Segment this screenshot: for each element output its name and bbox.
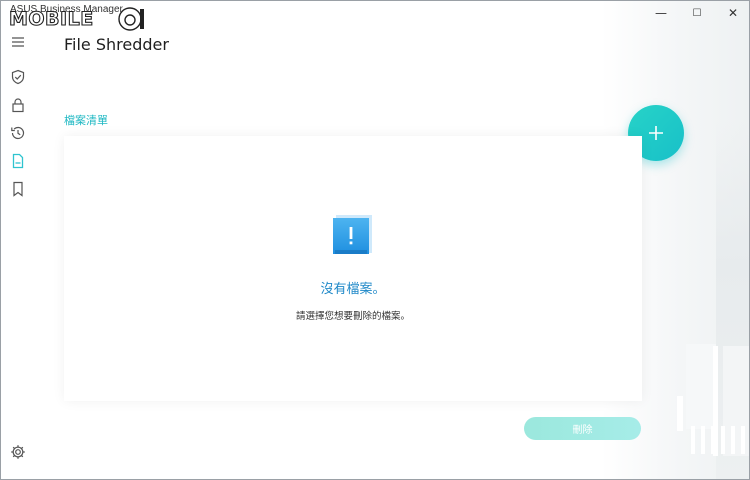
- title-bar: ASUS Business Manager MOBILE — ☐ ✕: [1, 1, 749, 31]
- file-list-label: 檔案清單: [64, 114, 108, 127]
- bookmark-icon[interactable]: [9, 180, 27, 198]
- decorative-bar-5: [691, 426, 695, 454]
- empty-state-title: 沒有檔案。: [320, 282, 386, 297]
- decorative-bar-2: [713, 346, 718, 456]
- window-controls: — ☐ ✕: [643, 1, 749, 25]
- decorative-bar-4: [677, 396, 683, 431]
- document-icon[interactable]: [9, 152, 27, 170]
- file-list-panel: 沒有檔案。 請選擇您想要刪除的檔案。: [64, 136, 642, 401]
- minimize-button[interactable]: —: [643, 1, 679, 25]
- close-button[interactable]: ✕: [715, 1, 749, 25]
- decorative-bar-1: [686, 344, 716, 429]
- plus-icon: [649, 126, 663, 140]
- menu-icon[interactable]: [9, 33, 27, 51]
- maximize-button[interactable]: ☐: [679, 1, 715, 25]
- settings-gear-icon[interactable]: [9, 443, 27, 461]
- sidebar: [1, 25, 37, 479]
- empty-file-warning-icon: [333, 215, 372, 254]
- app-window: ASUS Business Manager MOBILE — ☐ ✕ File …: [0, 0, 750, 480]
- lock-icon[interactable]: [9, 96, 27, 114]
- page-title: File Shredder: [64, 35, 169, 54]
- decorative-bar-3: [723, 346, 749, 456]
- delete-button[interactable]: 刪除: [524, 417, 641, 440]
- shield-check-icon[interactable]: [9, 68, 27, 86]
- empty-state-description: 請選擇您想要刪除的檔案。: [295, 311, 410, 322]
- history-icon[interactable]: [9, 124, 27, 142]
